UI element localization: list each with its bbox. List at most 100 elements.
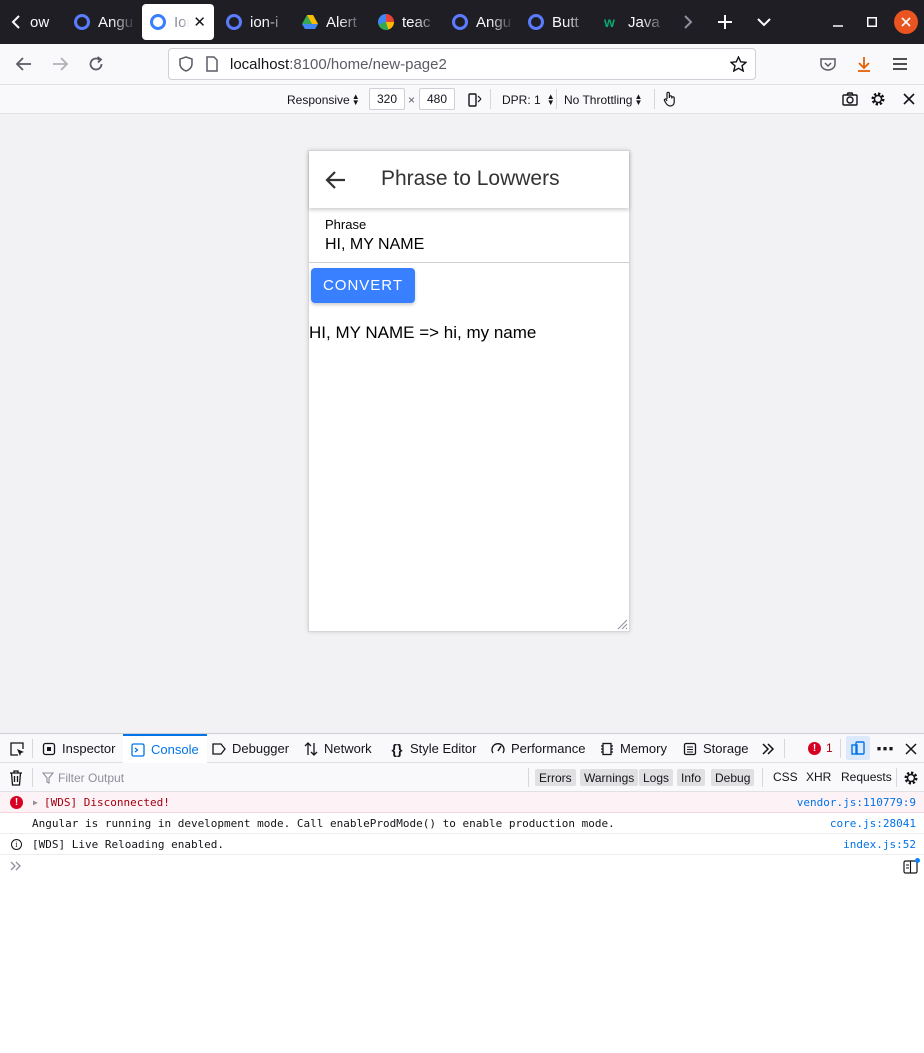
clear-console-trash-icon[interactable]	[4, 766, 28, 790]
hamburger-menu-icon[interactable]	[888, 52, 912, 76]
filter-css-button[interactable]: CSS	[773, 770, 798, 784]
maximize-icon[interactable]	[860, 10, 884, 34]
list-all-tabs-chevron-down-icon[interactable]	[752, 10, 776, 34]
viewport-width-input[interactable]: 320	[369, 88, 405, 110]
divider	[840, 739, 841, 758]
device-selector[interactable]: Responsive ▲ ▼	[287, 90, 360, 109]
tab-7[interactable]: Butt	[528, 4, 590, 40]
tab-label: Butt	[552, 13, 579, 31]
console-message-log[interactable]: Angular is running in development mode. …	[0, 813, 924, 834]
responsive-mode-toggle-icon[interactable]	[846, 736, 870, 760]
filter-requests-button[interactable]: Requests	[841, 770, 892, 784]
viewport-height-input[interactable]: 480	[419, 88, 455, 110]
phrase-field-label: Phrase	[325, 217, 367, 232]
tab-inspector[interactable]: Inspector	[42, 734, 115, 763]
filter-debug-button[interactable]: Debug	[711, 769, 755, 786]
touch-simulation-hand-icon[interactable]	[658, 87, 682, 111]
tab-3[interactable]: ion-i	[226, 4, 290, 40]
filter-warnings-button[interactable]: Warnings	[580, 769, 639, 786]
url-bar[interactable]: localhost:8100/home/new-page2	[168, 48, 756, 80]
convert-button[interactable]: CONVERT	[311, 268, 415, 303]
forward-arrow-icon[interactable]	[48, 52, 72, 76]
tab-6[interactable]: Angu	[452, 4, 514, 40]
tab-label: Debugger	[232, 741, 290, 756]
reload-icon[interactable]	[84, 52, 108, 76]
style-editor-braces-icon: {}	[391, 740, 403, 757]
tab-storage[interactable]: Storage	[683, 734, 749, 763]
drive-icon	[302, 14, 318, 30]
page-icon[interactable]	[205, 56, 219, 72]
message-text: Angular is running in development mode. …	[32, 816, 615, 830]
tab-network[interactable]: Network	[304, 734, 372, 763]
tab-8[interactable]: w Java	[604, 4, 666, 40]
phrase-item[interactable]: Phrase HI, MY NAME	[309, 210, 629, 263]
console-input[interactable]	[0, 855, 924, 879]
tab-scroll-left-icon[interactable]	[4, 10, 28, 34]
tab-label: Storage	[703, 741, 749, 756]
tab-0[interactable]: ow	[30, 4, 66, 40]
rotate-viewport-icon[interactable]	[462, 88, 486, 112]
new-tab-plus-icon[interactable]	[713, 10, 737, 34]
tab-style-editor[interactable]: {} Style Editor	[390, 734, 477, 763]
performance-gauge-icon	[491, 742, 505, 756]
message-source-link[interactable]: core.js:28041	[830, 817, 916, 830]
tab-scroll-right-icon[interactable]	[676, 10, 700, 34]
dimension-separator: ×	[408, 92, 416, 107]
downloads-icon[interactable]	[852, 52, 876, 76]
error-circle-icon: !	[808, 741, 821, 755]
w3schools-icon: w	[604, 14, 615, 30]
console-settings-gear-icon[interactable]	[899, 766, 923, 790]
close-devtools-icon[interactable]	[899, 737, 923, 761]
window-close-icon[interactable]	[894, 10, 918, 34]
console-message-info[interactable]: i [WDS] Live Reloading enabled. index.js…	[0, 834, 924, 855]
tab-5[interactable]: teac	[378, 4, 438, 40]
bookmark-star-icon[interactable]	[730, 56, 747, 72]
back-arrow-icon[interactable]	[12, 52, 36, 76]
phrase-input[interactable]: HI, MY NAME	[325, 236, 424, 254]
throttling-selector[interactable]: No Throttling ▲ ▼	[564, 90, 642, 109]
dpr-label: DPR: 1	[502, 92, 541, 107]
tab-2-active[interactable]: Ion ✕	[142, 4, 214, 40]
element-picker-icon[interactable]	[5, 737, 29, 761]
url-text[interactable]: localhost:8100/home/new-page2	[230, 56, 447, 73]
ion-header: Phrase to Lowwers	[309, 151, 629, 208]
filter-errors-button[interactable]: Errors	[535, 769, 576, 786]
resize-handle-icon[interactable]	[616, 618, 628, 630]
filter-output-input[interactable]: Filter Output	[42, 768, 522, 787]
shield-icon[interactable]	[178, 56, 194, 72]
throttling-label: No Throttling	[564, 92, 633, 107]
expand-triangle-icon[interactable]: ▶	[33, 798, 38, 807]
dpr-selector[interactable]: DPR: 1 ▲ ▼	[502, 90, 555, 109]
tab-label: teac	[402, 13, 431, 31]
overflow-menu-dots-icon[interactable]: ⋯	[873, 737, 897, 761]
tab-1[interactable]: Angu	[74, 4, 136, 40]
tab-label: Console	[151, 742, 199, 757]
conversion-result: HI, MY NAME => hi, my name	[309, 323, 537, 342]
filter-logs-button[interactable]: Logs	[639, 769, 674, 786]
ionic-icon	[452, 14, 468, 30]
tab-performance[interactable]: Performance	[491, 734, 585, 763]
filter-placeholder: Filter Output	[58, 770, 125, 785]
message-source-link[interactable]: index.js:52	[843, 838, 916, 851]
filter-info-button[interactable]: Info	[677, 769, 706, 786]
screenshot-camera-icon[interactable]	[838, 87, 862, 111]
minimize-icon[interactable]	[826, 10, 850, 34]
tab-label: Ion	[174, 13, 189, 31]
back-arrow-icon[interactable]	[325, 169, 347, 191]
filter-xhr-button[interactable]: XHR	[806, 770, 831, 784]
error-count-badge[interactable]: ! 1	[808, 741, 833, 755]
tab-console[interactable]: Console	[123, 734, 207, 763]
tab-4[interactable]: Alert	[302, 4, 364, 40]
responsive-design-toolbar: Responsive ▲ ▼ 320 × 480 DPR: 1 ▲ ▼ No Thr…	[0, 85, 924, 114]
settings-gear-icon[interactable]	[866, 87, 890, 111]
tab-debugger[interactable]: Debugger	[212, 734, 289, 763]
devtools-panel: Inspector Console Debugger Network {} St…	[0, 733, 924, 1053]
message-source-link[interactable]: vendor.js:110779:9	[797, 796, 916, 809]
ionic-icon	[74, 14, 90, 30]
more-tabs-chevrons-icon[interactable]	[756, 737, 780, 761]
pocket-icon[interactable]	[816, 52, 840, 76]
console-message-error[interactable]: ! ▶ [WDS] Disconnected! vendor.js:110779…	[0, 792, 924, 813]
close-rdm-icon[interactable]	[897, 87, 921, 111]
tab-memory[interactable]: Memory	[600, 734, 667, 763]
close-tab-icon[interactable]: ✕	[193, 13, 206, 31]
